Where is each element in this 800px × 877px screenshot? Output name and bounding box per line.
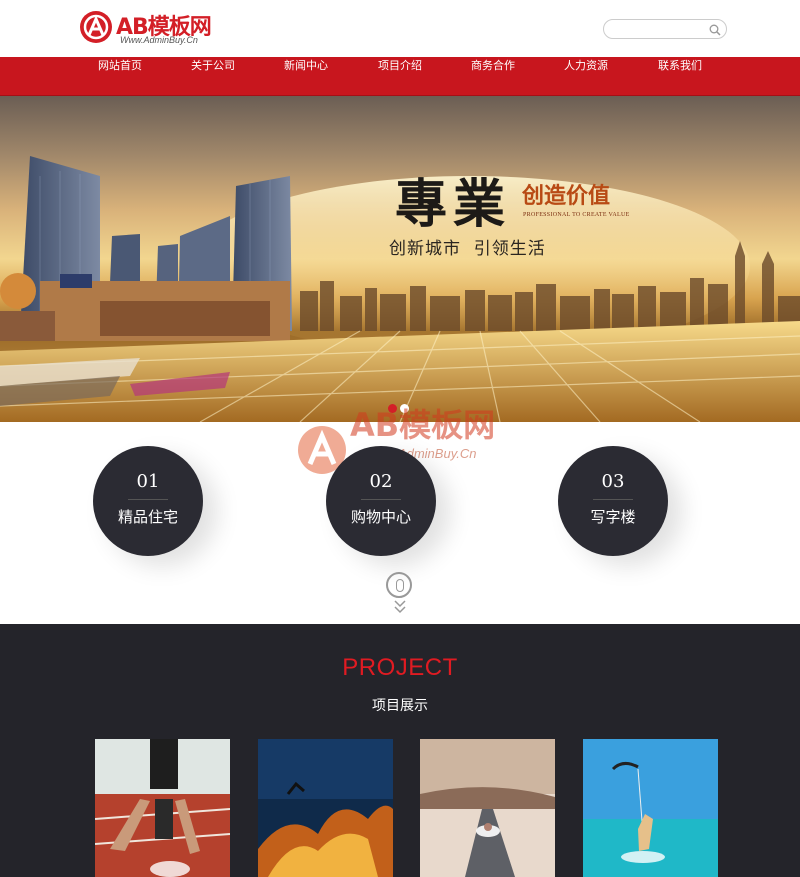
feature-divider (128, 499, 168, 500)
search-input[interactable] (612, 21, 711, 37)
city-skyline-image (0, 156, 800, 422)
nav-item-news[interactable]: 新闻中心 (266, 57, 346, 95)
scroll-down-mouse-icon[interactable] (386, 572, 412, 598)
banner-tagline-en: PROFESSIONAL TO CREATE VALUE (523, 212, 630, 218)
search-box (603, 19, 727, 39)
nav-item-home[interactable]: 网站首页 (80, 57, 160, 95)
project-thumb-runner[interactable] (95, 739, 230, 877)
site-header: AB模板网 Www.AdminBuy.Cn (0, 0, 800, 57)
feature-shopping-center[interactable]: 02 购物中心 (326, 446, 436, 556)
feature-divider (361, 499, 401, 500)
nav-item-about[interactable]: 关于公司 (173, 57, 253, 95)
feature-label: 购物中心 (350, 508, 411, 526)
logo-mark-icon (80, 11, 112, 43)
banner-title: 專業 (395, 174, 512, 235)
projects-subtitle: 项目展示 (372, 698, 428, 714)
hero-banner: 專業 创造价值 PROFESSIONAL TO CREATE VALUE 创新城… (0, 96, 800, 422)
feature-divider (593, 499, 633, 500)
swimmer-road-photo-icon (420, 739, 555, 877)
nav-item-contact[interactable]: 联系我们 (640, 57, 720, 95)
nav-item-business[interactable]: 商务合作 (453, 57, 533, 95)
chevron-down-icon (394, 600, 406, 614)
kitesurfer-photo-icon (583, 739, 718, 877)
feature-number: 02 (369, 471, 393, 492)
banner-tagline: 创造价值 (522, 184, 611, 209)
project-thumb-swimmer[interactable] (420, 739, 555, 877)
projects-section: PROJECT 项目展示 (0, 624, 800, 877)
site-logo[interactable]: AB模板网 Www.AdminBuy.Cn (80, 9, 215, 49)
runner-photo-icon (95, 739, 230, 877)
feature-residential[interactable]: 01 精品住宅 (93, 446, 203, 556)
banner-subtitle: 创新城市 引领生活 (389, 239, 546, 259)
feature-number: 03 (601, 471, 625, 492)
project-thumb-kitesurfer[interactable] (583, 739, 718, 877)
fire-sky-photo-icon (258, 739, 393, 877)
nav-item-hr[interactable]: 人力资源 (546, 57, 626, 95)
watermark-text: AB模板网 (350, 406, 496, 444)
logo-url: Www.AdminBuy.Cn (120, 35, 198, 45)
feature-label: 精品住宅 (117, 508, 178, 526)
projects-title: PROJECT (342, 654, 458, 681)
search-button[interactable] (708, 22, 722, 36)
search-icon (709, 24, 721, 36)
feature-label: 写字楼 (590, 508, 636, 526)
feature-office[interactable]: 03 写字楼 (558, 446, 668, 556)
nav-item-projects[interactable]: 项目介绍 (360, 57, 440, 95)
project-thumb-fire-sky[interactable] (258, 739, 393, 877)
main-nav: 网站首页 关于公司 新闻中心 项目介绍 商务合作 人力资源 联系我们 (0, 57, 800, 97)
feature-number: 01 (136, 471, 160, 492)
